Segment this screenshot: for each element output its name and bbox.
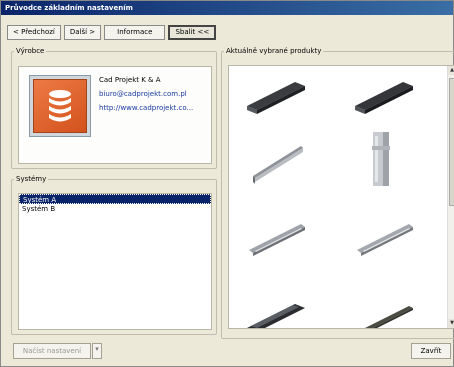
manufacturer-info: Cad Projekt K & A biuro@cadprojekt.com.p… [99, 73, 193, 115]
product-thumbnail[interactable] [243, 294, 313, 328]
close-button[interactable]: Zavřít [411, 343, 451, 359]
list-item[interactable]: Systém B [19, 204, 211, 214]
manufacturer-name: Cad Projekt K & A [99, 76, 161, 84]
information-button[interactable]: Informace [104, 25, 166, 40]
products-gallery: ▲ ▼ [228, 65, 454, 329]
product-thumbnail[interactable] [351, 128, 421, 188]
systems-list[interactable]: Systém A Systém B [18, 193, 212, 330]
manufacturer-website-link[interactable]: http://www.cadprojekt.co... [99, 101, 193, 115]
products-group: Aktuálně vybrané produkty ▲ ▼ [221, 47, 454, 339]
collapse-button[interactable]: Sbalit << [168, 25, 217, 40]
profile-rail-icon [249, 224, 305, 256]
load-settings-button[interactable]: Načíst nastavení [13, 343, 91, 359]
next-button[interactable]: Další > [63, 25, 102, 40]
systems-group: Systémy Systém A Systém B [11, 175, 217, 335]
product-thumbnail[interactable] [243, 218, 313, 258]
profile-channel-icon [355, 82, 413, 114]
list-item[interactable]: Systém A [19, 194, 211, 204]
scrollbar-thumb[interactable] [449, 78, 454, 206]
product-thumbnail[interactable] [351, 294, 421, 328]
product-thumbnail[interactable] [351, 218, 421, 258]
systems-legend: Systémy [16, 175, 47, 183]
profile-angle-icon [253, 146, 303, 184]
product-thumbnail[interactable] [243, 136, 313, 186]
profile-rail-icon [357, 224, 413, 256]
profile-channel-icon [247, 304, 305, 328]
products-scrollbar[interactable]: ▲ ▼ [447, 66, 454, 328]
previous-button[interactable]: < Předchozí [7, 25, 61, 40]
manufacturer-group: Výrobce Cad Projekt K & A biuro@cadproje… [11, 47, 217, 169]
products-legend: Aktuálně vybrané produkty [226, 47, 322, 55]
scroll-up-icon[interactable]: ▲ [448, 66, 454, 75]
profile-channel-icon [247, 82, 305, 114]
manufacturer-logo [29, 75, 91, 137]
manufacturer-email-link[interactable]: biuro@cadprojekt.com.pl [99, 87, 193, 101]
manufacturer-panel: Cad Projekt K & A biuro@cadprojekt.com.p… [18, 66, 212, 164]
profile-tube-icon [372, 132, 390, 186]
product-thumbnail[interactable] [351, 76, 421, 116]
product-thumbnail[interactable] [243, 76, 313, 116]
setup-wizard-window: Průvodce základním nastavením < Předchoz… [0, 0, 454, 367]
wizard-toolbar: < Předchozí Další > Informace Sbalit << [7, 25, 217, 40]
window-title: Průvodce základním nastavením [1, 1, 453, 15]
scroll-down-icon[interactable]: ▼ [448, 319, 454, 328]
manufacturer-legend: Výrobce [16, 47, 45, 55]
database-icon [33, 79, 87, 133]
profile-rail-icon [365, 306, 413, 328]
chevron-down-icon[interactable]: ▾ [92, 343, 102, 359]
